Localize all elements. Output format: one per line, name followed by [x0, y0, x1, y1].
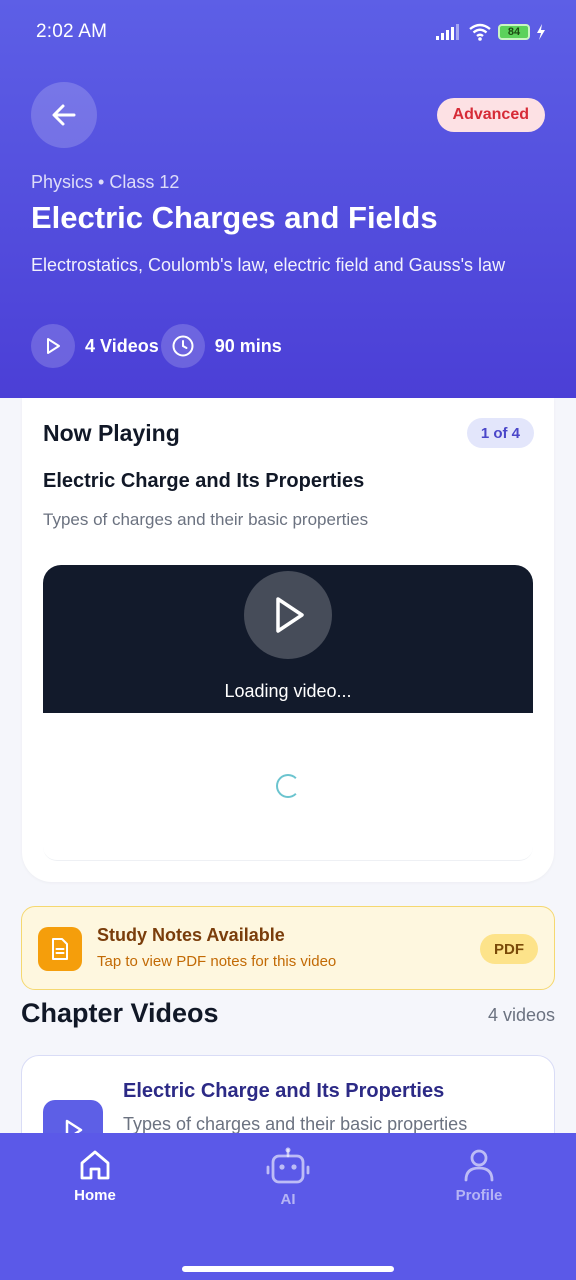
loading-text: Loading video...	[224, 681, 352, 701]
nav-home[interactable]: Home	[35, 1147, 155, 1204]
video-loader-area	[43, 713, 533, 861]
signal-icon	[436, 24, 459, 40]
video-item-title: Electric Charge and Its Properties	[123, 1080, 445, 1102]
chapter-videos-heading: Chapter Videos	[21, 998, 219, 1028]
chapter-title: Electric Charges and Fields	[31, 200, 438, 235]
nav-ai[interactable]: AI	[228, 1147, 348, 1208]
nav-ai-label: AI	[280, 1191, 296, 1208]
nav-home-label: Home	[74, 1187, 116, 1204]
now-playing-card: Now Playing 1 of 4 Electric Charge and I…	[22, 398, 554, 882]
study-notes-title: Study Notes Available	[97, 925, 285, 945]
play-icon	[276, 597, 304, 633]
nav-profile-label: Profile	[455, 1187, 503, 1204]
status-time: 2:02 AM	[36, 21, 108, 42]
user-icon	[464, 1149, 494, 1182]
chapter-meta: 4 Videos 90 mins	[31, 324, 282, 368]
video-player[interactable]: Loading video...	[43, 565, 533, 713]
duration-meta-icon-wrap	[160, 324, 205, 368]
play-button[interactable]	[244, 571, 332, 659]
videos-count: 4 Videos	[85, 335, 159, 356]
back-button[interactable]	[31, 82, 97, 148]
now-playing-heading: Now Playing	[43, 420, 180, 446]
loading-spinner-icon	[276, 774, 300, 798]
difficulty-badge: Advanced	[436, 98, 545, 132]
arrow-left-icon	[52, 104, 76, 126]
pdf-badge: PDF	[480, 934, 538, 964]
current-video-description: Types of charges and their basic propert…	[43, 510, 369, 529]
study-notes-banner[interactable]: Study Notes Available Tap to view PDF no…	[21, 906, 555, 990]
study-notes-subtitle: Tap to view PDF notes for this video	[97, 953, 337, 970]
play-outline-icon	[47, 338, 60, 354]
bottom-navigation: Home AI Profile	[0, 1133, 576, 1280]
status-icons: 84	[436, 23, 546, 41]
status-bar: 2:02 AM 84	[36, 18, 546, 46]
subject-breadcrumb: Physics • Class 12	[31, 172, 180, 192]
wifi-icon	[469, 23, 491, 41]
current-video-title: Electric Charge and Its Properties	[43, 470, 365, 492]
videos-meta-icon-wrap	[31, 324, 75, 368]
home-icon	[80, 1150, 110, 1180]
chapter-header: 2:02 AM 84 Advanced Physics • Class 12 E…	[0, 0, 576, 398]
duration: 90 mins	[214, 335, 282, 356]
video-position-badge: 1 of 4	[466, 418, 534, 448]
battery-icon: 84	[498, 24, 530, 40]
chapter-videos-count: 4 videos	[487, 1005, 555, 1025]
chapter-subtitle: Electrostatics, Coulomb's law, electric …	[31, 255, 506, 275]
charging-icon	[537, 24, 545, 40]
video-item-description: Types of charges and their basic propert…	[123, 1114, 468, 1134]
nav-profile[interactable]: Profile	[419, 1147, 539, 1204]
document-icon	[38, 927, 82, 971]
robot-icon	[266, 1147, 310, 1184]
home-indicator	[182, 1266, 394, 1272]
clock-icon	[172, 335, 194, 357]
